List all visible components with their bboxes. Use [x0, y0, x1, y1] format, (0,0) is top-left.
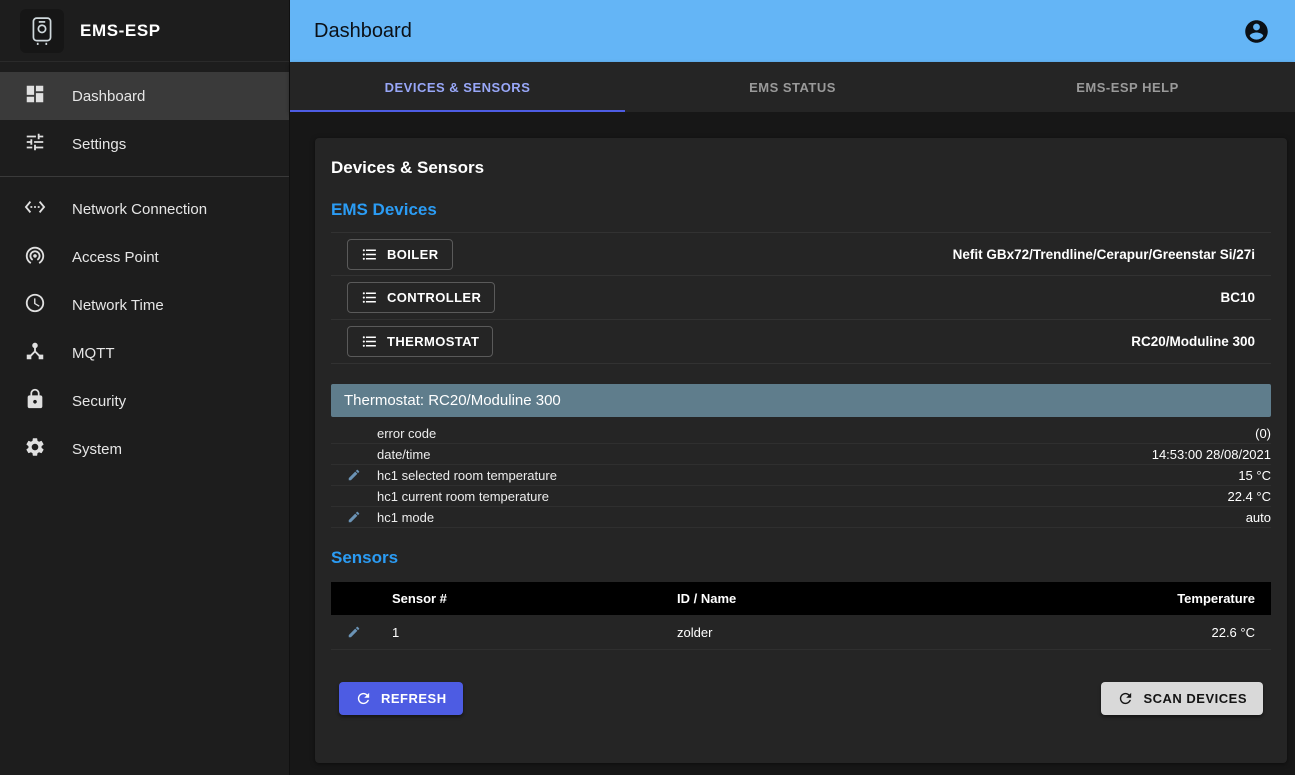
sidebar-item-settings[interactable]: Settings [0, 120, 289, 168]
tab-ems-status[interactable]: EMS STATUS [625, 62, 960, 112]
sensor-id-name: zolder [671, 625, 1091, 640]
edit-icon[interactable] [331, 510, 377, 524]
sidebar-item-network-time[interactable]: Network Time [0, 281, 289, 329]
sidebar-item-label: Dashboard [72, 88, 145, 105]
tab-ems-esp-help[interactable]: EMS-ESP HELP [960, 62, 1295, 112]
app-root: EMS-ESP Dashboard Settings Network Conne… [0, 0, 1295, 775]
main-area: Dashboard DEVICES & SENSORS EMS STATUS E… [290, 0, 1295, 775]
lock-icon [24, 388, 46, 414]
sensors-table: Sensor # ID / Name Temperature 1 zolder … [331, 582, 1271, 650]
thermostat-button[interactable]: THERMOSTAT [347, 326, 493, 357]
list-icon [361, 289, 378, 306]
sidebar-item-dashboard[interactable]: Dashboard [0, 72, 289, 120]
tune-icon [24, 131, 46, 157]
sidebar-item-label: Network Time [72, 297, 164, 314]
col-sensor-num: Sensor # [377, 591, 671, 606]
device-hub-icon [24, 340, 46, 366]
sensor-temperature: 22.6 °C [1091, 625, 1271, 640]
ethernet-icon [24, 196, 46, 222]
detail-row-hc1-mode: hc1 mode auto [331, 507, 1271, 528]
devices-sensors-card: Devices & Sensors EMS Devices BOILER Nef… [315, 138, 1287, 763]
refresh-icon [355, 690, 372, 707]
detail-row-error-code: error code (0) [331, 423, 1271, 444]
sidebar-item-system[interactable]: System [0, 425, 289, 473]
device-name: Nefit GBx72/Trendline/Cerapur/Greenstar … [953, 247, 1255, 262]
tab-bar: DEVICES & SENSORS EMS STATUS EMS-ESP HEL… [290, 62, 1295, 112]
sidebar-item-label: Settings [72, 136, 126, 153]
sidebar-item-network-connection[interactable]: Network Connection [0, 185, 289, 233]
scan-devices-button[interactable]: SCAN DEVICES [1101, 682, 1263, 715]
device-name: RC20/Moduline 300 [1131, 334, 1255, 349]
tab-devices-sensors[interactable]: DEVICES & SENSORS [290, 62, 625, 112]
sensor-number: 1 [377, 625, 671, 640]
sidebar-item-label: Security [72, 393, 126, 410]
sidebar-item-mqtt[interactable]: MQTT [0, 329, 289, 377]
ems-devices-heading: EMS Devices [331, 200, 1271, 220]
account-circle-icon[interactable] [1241, 16, 1271, 46]
app-logo-icon [20, 9, 64, 53]
device-name: BC10 [1220, 290, 1255, 305]
sidebar-nav: Dashboard Settings Network Connection Ac… [0, 62, 289, 473]
ems-devices-list: BOILER Nefit GBx72/Trendline/Cerapur/Gre… [331, 232, 1271, 364]
sidebar-item-label: Network Connection [72, 201, 207, 218]
app-title: EMS-ESP [80, 21, 161, 41]
content-area: Devices & Sensors EMS Devices BOILER Nef… [290, 112, 1295, 775]
sidebar-item-label: System [72, 441, 122, 458]
detail-row-date-time: date/time 14:53:00 28/08/2021 [331, 444, 1271, 465]
sidebar-item-access-point[interactable]: Access Point [0, 233, 289, 281]
sidebar-item-security[interactable]: Security [0, 377, 289, 425]
col-id-name: ID / Name [671, 591, 1091, 606]
device-detail-rows: error code (0) date/time 14:53:00 28/08/… [331, 423, 1271, 528]
card-title: Devices & Sensors [331, 158, 1271, 178]
clock-icon [24, 292, 46, 318]
col-temperature: Temperature [1091, 591, 1271, 606]
device-row-boiler: BOILER Nefit GBx72/Trendline/Cerapur/Gre… [331, 232, 1271, 276]
detail-row-hc1-current-temp: hc1 current room temperature 22.4 °C [331, 486, 1271, 507]
refresh-button[interactable]: REFRESH [339, 682, 463, 715]
device-detail-header: Thermostat: RC20/Moduline 300 [331, 384, 1271, 417]
page-title: Dashboard [314, 20, 412, 43]
device-row-controller: CONTROLLER BC10 [331, 276, 1271, 320]
sidebar-item-label: Access Point [72, 249, 159, 266]
sensors-heading: Sensors [331, 548, 1271, 568]
list-icon [361, 246, 378, 263]
sidebar-divider [0, 176, 289, 177]
sidebar-header: EMS-ESP [0, 0, 289, 62]
sensors-table-header: Sensor # ID / Name Temperature [331, 582, 1271, 615]
dashboard-icon [24, 83, 46, 109]
refresh-icon [1117, 690, 1134, 707]
edit-icon[interactable] [331, 625, 377, 639]
device-row-thermostat: THERMOSTAT RC20/Moduline 300 [331, 320, 1271, 364]
topbar: Dashboard [290, 0, 1295, 62]
sidebar-item-label: MQTT [72, 345, 115, 362]
list-icon [361, 333, 378, 350]
controller-button[interactable]: CONTROLLER [347, 282, 495, 313]
boiler-button[interactable]: BOILER [347, 239, 453, 270]
sensor-row: 1 zolder 22.6 °C [331, 615, 1271, 650]
card-actions: REFRESH SCAN DEVICES [331, 682, 1271, 715]
gear-icon [24, 436, 46, 462]
detail-row-hc1-selected-temp: hc1 selected room temperature 15 °C [331, 465, 1271, 486]
wifi-tethering-icon [24, 244, 46, 270]
sidebar: EMS-ESP Dashboard Settings Network Conne… [0, 0, 290, 775]
edit-icon[interactable] [331, 468, 377, 482]
